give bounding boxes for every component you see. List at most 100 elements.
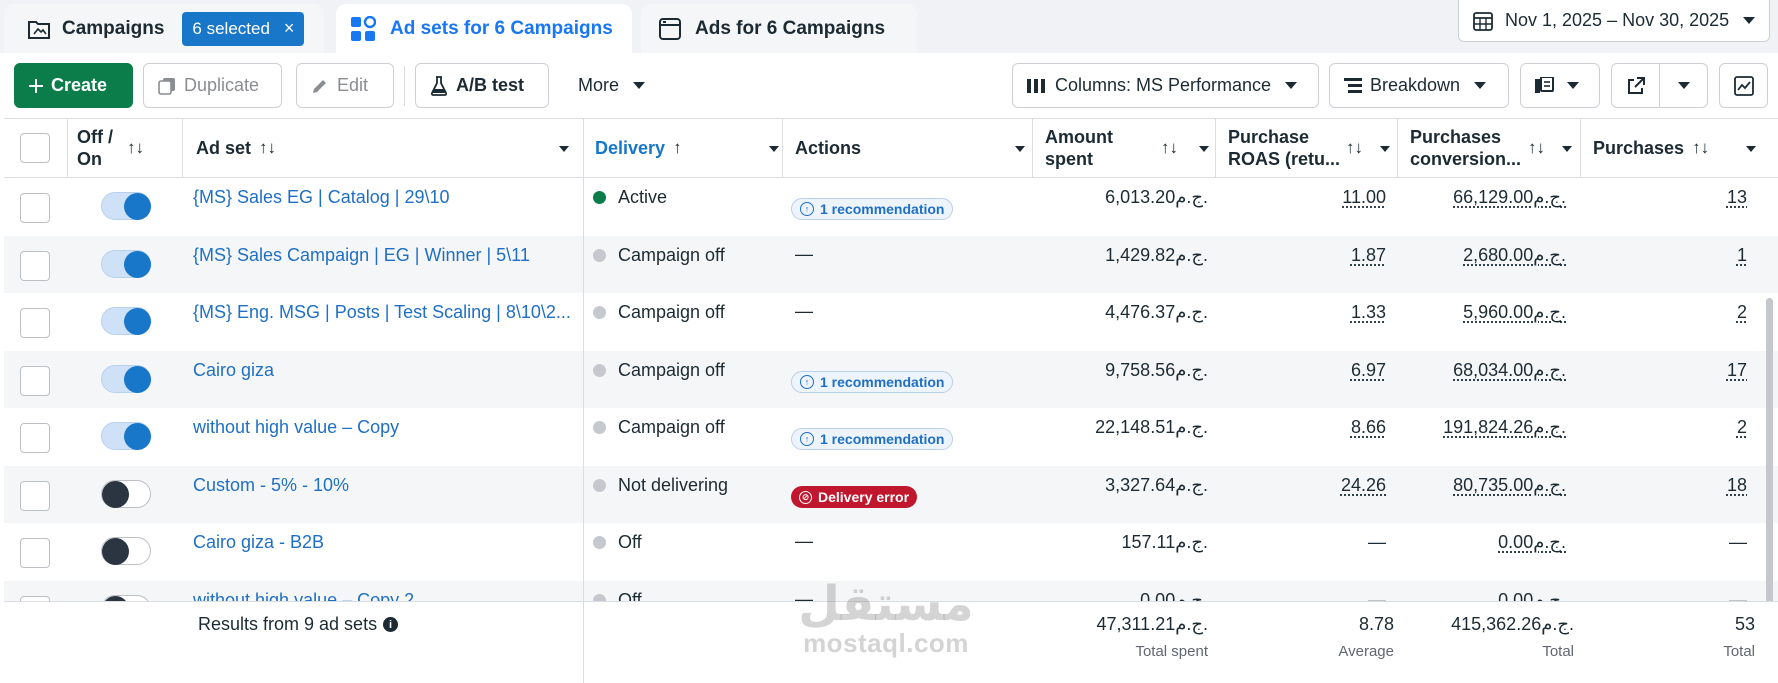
table-row[interactable]: Cairo giza - B2B Off —157.11ج.م. —0.00ج.م. — [4,523,1778,580]
export-button[interactable] [1611,63,1660,108]
row-checkbox[interactable] [20,423,50,453]
header-purchase-roas[interactable]: Purchase ROAS (retu... ↑↓ [1228,119,1398,177]
purchase-roas-cell[interactable]: 24.26 [1184,475,1386,496]
purchases-cell[interactable]: 17 [1584,360,1747,381]
create-button[interactable]: Create [14,63,133,108]
header-roas-line1: Purchase [1228,126,1340,148]
purchases-cell[interactable]: — [1584,532,1747,553]
header-ad-set[interactable]: Ad set ↑↓ [196,119,576,177]
table-row[interactable]: Custom - 5% - 10% Not delivering ⊘ Delivery… [4,466,1778,523]
recommendation-badge[interactable]: ↑ 1 recommendation [791,196,953,220]
delivery-status: Not delivering [593,475,728,496]
row-checkbox[interactable] [20,481,50,511]
clear-selection-icon[interactable]: × [284,18,295,39]
header-purchases-conversion[interactable]: Purchases conversion... ↑↓ [1410,119,1580,177]
ad-set-name-link[interactable]: Custom - 5% - 10% [193,475,573,496]
sort-icon[interactable]: ↑↓ [1692,138,1709,158]
table-row[interactable]: {MS} Eng. MSG | Posts | Test Scaling | 8… [4,293,1778,350]
on-off-toggle[interactable] [101,537,151,565]
purchase-roas-cell[interactable]: 8.66 [1184,417,1386,438]
recommendation-badge[interactable]: ↑ 1 recommendation [791,426,953,450]
chevron-down-icon[interactable] [1562,146,1572,152]
conversion-value-cell[interactable]: 5,960.00ج.م. [1394,302,1566,323]
purchases-cell[interactable]: 2 [1584,417,1747,438]
conversion-value-cell[interactable]: 191,824.26ج.م. [1394,417,1566,438]
edit-button[interactable]: Edit [296,63,394,108]
selected-badge[interactable]: 6 selected × [182,12,304,46]
on-off-toggle[interactable] [101,192,151,220]
table-row[interactable]: {MS} Sales Campaign | EG | Winner | 5\11… [4,236,1778,293]
sort-icon[interactable]: ↑↓ [127,138,144,158]
charts-button[interactable] [1719,63,1768,108]
date-range-picker[interactable]: Nov 1, 2025 – Nov 30, 2025 [1458,0,1770,42]
header-off-on[interactable]: Off / On ↑↓ [77,119,177,177]
tab-ads[interactable]: Ads for 6 Campaigns [641,4,917,53]
chevron-down-icon[interactable] [1380,146,1390,152]
export-menu-button[interactable] [1659,63,1708,108]
tab-campaigns[interactable]: Campaigns 6 selected × [4,4,324,53]
purchase-roas-cell[interactable]: 11.00 [1184,187,1386,208]
row-checkbox[interactable] [20,251,50,281]
table-row[interactable]: Cairo giza Campaign off ↑ 1 recommendation 9… [4,351,1778,408]
ad-set-name-link[interactable]: {MS} Sales Campaign | EG | Winner | 5\11 [193,245,573,266]
vertical-scrollbar[interactable] [1766,298,1773,638]
ad-set-name-link[interactable]: {MS} Sales EG | Catalog | 29\10 [193,187,573,208]
conversion-value-cell[interactable]: 2,680.00ج.م. [1394,245,1566,266]
tab-ad-sets[interactable]: Ad sets for 6 Campaigns [336,4,632,53]
purchases-cell[interactable]: 18 [1584,475,1747,496]
on-off-toggle[interactable] [101,480,151,508]
chevron-down-icon[interactable] [769,146,779,152]
ad-set-name-link[interactable]: {MS} Eng. MSG | Posts | Test Scaling | 8… [193,302,573,323]
ad-set-name-link[interactable]: Cairo giza [193,360,573,381]
conversion-value-cell[interactable]: 66,129.00ج.م. [1394,187,1566,208]
header-amount-spent[interactable]: Amount spent ↑↓ [1045,119,1215,177]
table-row[interactable]: without high value – Copy Campaign off ↑ 1 … [4,408,1778,465]
on-off-toggle[interactable] [101,365,151,393]
conversion-value-cell[interactable]: 68,034.00ج.م. [1394,360,1566,381]
reports-button[interactable] [1520,63,1600,108]
sort-icon[interactable]: ↑↓ [1161,138,1178,158]
delivery-error-badge[interactable]: ⊘ Delivery error [791,484,917,509]
header-purchases-label: Purchases [1593,138,1684,159]
purchase-roas-cell[interactable]: 1.33 [1184,302,1386,323]
header-delivery[interactable]: Delivery ↑ [595,119,785,177]
row-checkbox[interactable] [20,308,50,338]
breakdown-icon [1344,78,1362,94]
ab-test-button[interactable]: A/B test [415,63,549,108]
ad-set-name-link[interactable]: Cairo giza - B2B [193,532,573,553]
table-row[interactable]: {MS} Sales EG | Catalog | 29\10 Active ↑ 1 … [4,178,1778,235]
chevron-down-icon[interactable] [1199,146,1209,152]
purchases-cell[interactable]: 2 [1584,302,1747,323]
chevron-down-icon[interactable] [559,146,569,152]
row-checkbox[interactable] [20,366,50,396]
row-checkbox[interactable] [20,193,50,223]
breakdown-button[interactable]: Breakdown [1329,63,1509,108]
recommendation-badge[interactable]: ↑ 1 recommendation [791,369,953,393]
conversion-value-cell[interactable]: 80,735.00ج.م. [1394,475,1566,496]
purchase-roas-cell[interactable]: 1.87 [1184,245,1386,266]
columns-button[interactable]: Columns: MS Performance [1012,63,1319,108]
on-off-toggle[interactable] [101,250,151,278]
purchases-cell[interactable]: 13 [1584,187,1747,208]
sort-icon[interactable]: ↑↓ [1528,138,1545,158]
info-icon[interactable]: i [383,617,398,632]
on-off-toggle[interactable] [101,422,151,450]
header-purchases[interactable]: Purchases ↑↓ [1593,119,1763,177]
row-checkbox[interactable] [20,538,50,568]
sort-icon[interactable]: ↑↓ [259,138,276,158]
purchase-roas-cell[interactable]: 6.97 [1184,360,1386,381]
more-button[interactable]: More [564,63,670,108]
purchase-roas-cell[interactable]: — [1184,532,1386,553]
ad-set-name-link[interactable]: without high value – Copy [193,417,573,438]
sort-ascending-icon[interactable]: ↑ [673,138,682,158]
purchases-cell[interactable]: 1 [1584,245,1747,266]
chevron-down-icon[interactable] [1015,146,1025,152]
chevron-down-icon[interactable] [1746,146,1756,152]
conversion-value-cell[interactable]: 0.00ج.م. [1394,532,1566,553]
tab-bar: Campaigns 6 selected × Ad sets for 6 Cam… [0,0,1778,53]
header-actions[interactable]: Actions [795,119,1035,177]
select-all-checkbox[interactable] [20,133,50,163]
duplicate-button[interactable]: Duplicate [143,63,282,108]
on-off-toggle[interactable] [101,307,151,335]
sort-icon[interactable]: ↑↓ [1346,138,1363,158]
